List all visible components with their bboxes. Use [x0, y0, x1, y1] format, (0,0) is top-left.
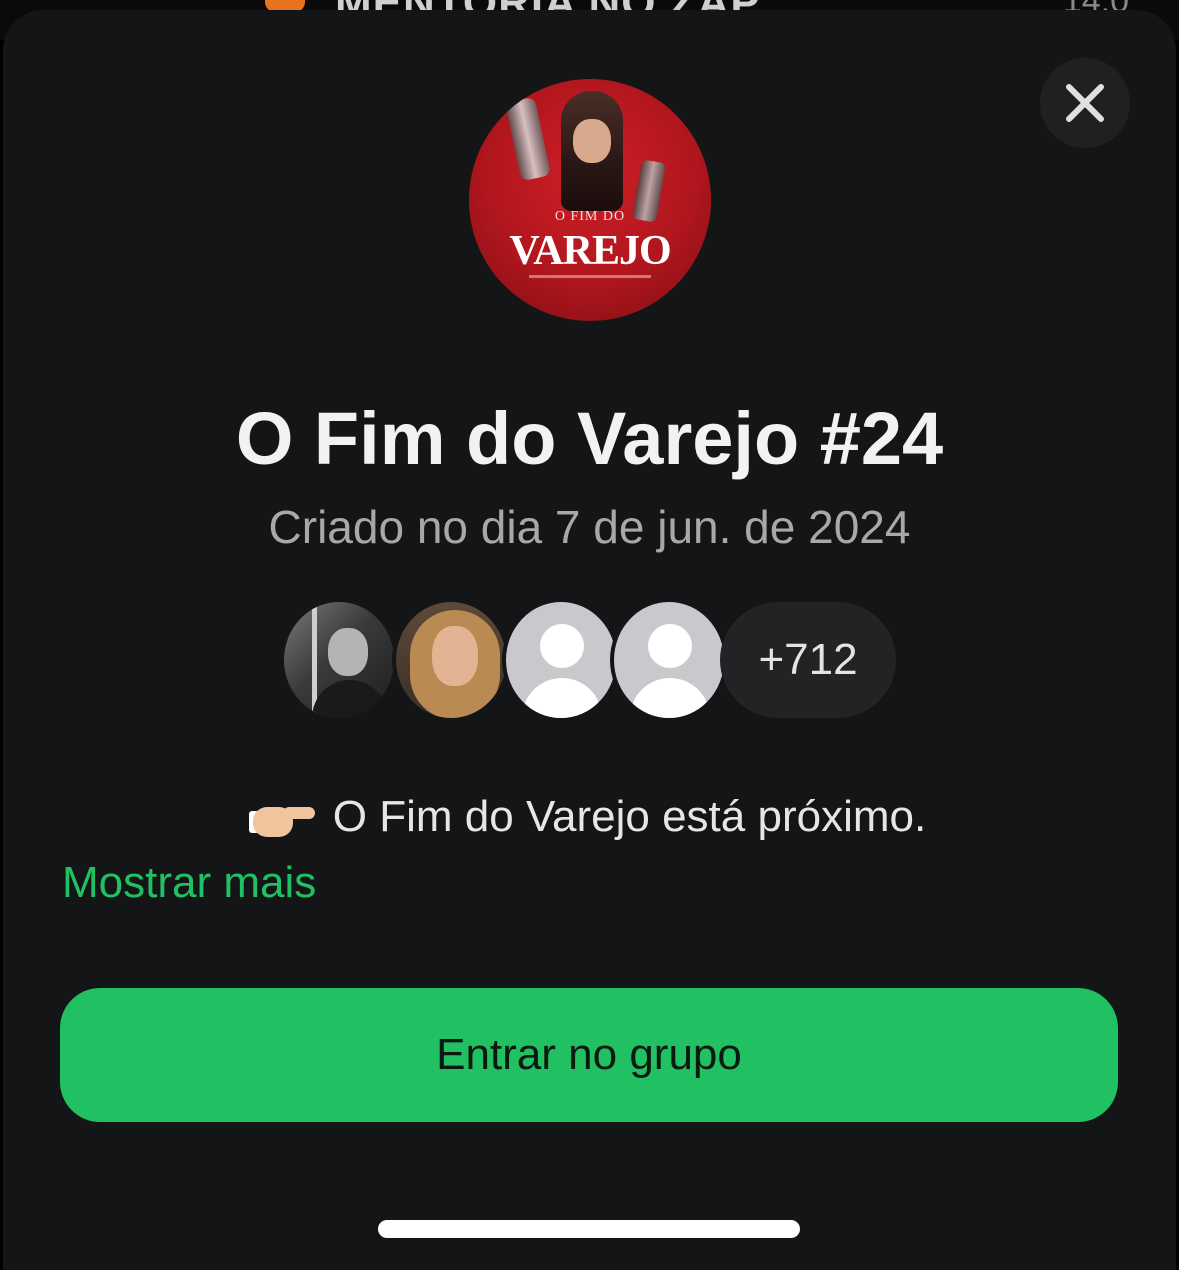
group-title: O Fim do Varejo #24	[235, 397, 944, 480]
close-button[interactable]	[1040, 58, 1130, 148]
group-created-date: Criado no dia 7 de jun. de 2024	[268, 501, 911, 553]
group-description: O Fim do Varejo está próximo.	[0, 792, 1179, 842]
group-photo: O FIM DO VAREJO	[469, 79, 711, 321]
default-avatar-icon	[610, 598, 728, 722]
photo-caption-small: O FIM DO	[554, 209, 626, 224]
member-avatar	[280, 598, 398, 722]
join-group-button[interactable]: Entrar no grupo	[60, 988, 1118, 1122]
backhand-index-pointing-right-icon	[248, 797, 315, 837]
member-avatars[interactable]: +712	[280, 598, 920, 722]
close-icon	[1066, 84, 1104, 122]
photo-face	[573, 119, 611, 163]
photo-caption-line	[529, 275, 651, 278]
home-indicator[interactable]	[378, 1220, 800, 1238]
member-count-badge: +712	[720, 602, 896, 718]
photo-bottle-left	[505, 96, 551, 182]
photo-caption-big: VAREJO	[509, 228, 671, 274]
show-more-link[interactable]: Mostrar mais	[62, 858, 316, 908]
member-avatar	[392, 598, 510, 722]
group-description-text: O Fim do Varejo está próximo.	[332, 792, 927, 841]
default-avatar-icon	[502, 598, 620, 722]
